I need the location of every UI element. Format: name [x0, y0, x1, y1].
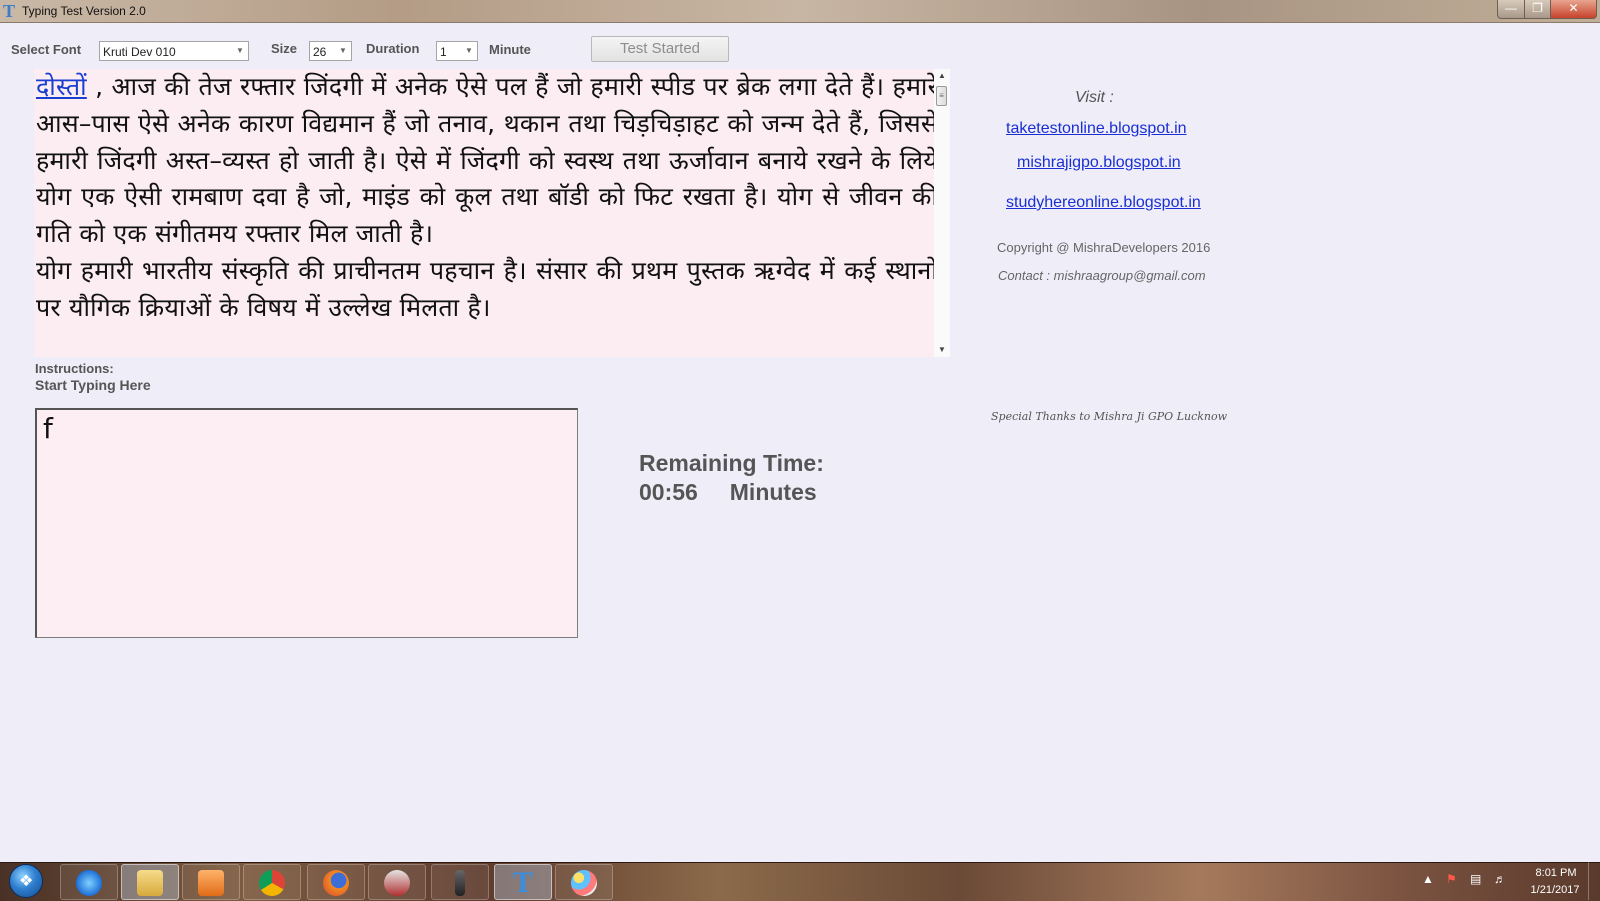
remaining-time-label: Remaining Time: [639, 450, 824, 476]
chevron-down-icon[interactable]: ▼ [232, 42, 248, 60]
taskbar-chrome[interactable] [243, 864, 301, 900]
passage-text-area[interactable]: दोस्तों , आज की तेज रफ्तार जिंदगी में अन… [34, 69, 950, 357]
passage-body: , आज की तेज रफ्तार जिंदगी में अनेक ऐसे प… [36, 72, 938, 249]
thanks-text: Special Thanks to Mishra Ji GPO Lucknow [991, 410, 1228, 423]
minute-label: Minute [489, 42, 531, 57]
firefox-icon [323, 870, 349, 897]
taskbar [0, 862, 1600, 901]
typing-input[interactable] [35, 408, 578, 638]
taskbar-recorder[interactable] [431, 864, 489, 900]
remaining-time-value: 00:56 Minutes [639, 479, 817, 505]
size-select[interactable]: 26 ▼ [309, 41, 352, 61]
taskbar-explorer[interactable] [121, 864, 179, 900]
instructions-label: Instructions: [35, 361, 114, 376]
show-desktop-button[interactable] [1588, 862, 1600, 900]
duration-select[interactable]: 1 ▼ [436, 41, 478, 61]
media-player-icon [198, 870, 224, 897]
network-icon[interactable]: ▤ [1470, 872, 1481, 886]
windows-logo-icon: ❖ [19, 873, 34, 890]
taskbar-tools[interactable] [368, 864, 426, 900]
start-button[interactable]: ❖ [9, 864, 43, 898]
restore-icon: ❐ [1532, 1, 1543, 15]
typing-test-icon: T [512, 866, 533, 900]
size-label: Size [271, 41, 298, 56]
scroll-up-icon[interactable]: ▲ [934, 69, 950, 83]
start-test-button[interactable]: Test Started [591, 36, 729, 62]
minimize-icon: — [1505, 1, 1517, 15]
taskbar-media-player[interactable] [182, 864, 240, 900]
instructions-prompt: Start Typing Here [35, 377, 151, 393]
action-center-icon[interactable]: ⚑ [1446, 872, 1457, 886]
font-label: Select Font [11, 42, 82, 57]
taskbar-ie[interactable] [60, 864, 118, 900]
minimize-button[interactable]: — [1497, 0, 1525, 19]
chevron-down-icon[interactable]: ▼ [335, 42, 351, 60]
volume-icon[interactable]: ♬ [1494, 872, 1506, 886]
taskbar-typing-test[interactable]: T [494, 864, 552, 900]
maximize-button[interactable]: ❐ [1524, 0, 1551, 19]
system-tray: ▲ ⚑ ▤ ♬ [1418, 872, 1528, 892]
tools-icon [384, 870, 410, 897]
passage-body-2: योग हमारी भारतीय संस्कृति की प्राचीनतम प… [36, 255, 938, 322]
font-select[interactable]: Kruti Dev 010 ▼ [99, 41, 249, 61]
taskbar-firefox[interactable] [307, 864, 365, 900]
close-button[interactable]: ✕ [1550, 0, 1597, 19]
passage-paragraph: दोस्तों , आज की तेज रफ्तार जिंदगी में अन… [34, 69, 950, 327]
duration-select-value: 1 [440, 45, 447, 59]
chrome-icon [259, 870, 285, 897]
clock-time[interactable]: 8:01 PM [1531, 867, 1581, 879]
link-mishrajigpo[interactable]: mishrajigpo.blogspot.in [1017, 154, 1181, 172]
size-select-value: 26 [313, 45, 327, 59]
passage-scrollbar[interactable]: ▲ ≡ ▼ [934, 69, 950, 357]
tray-expand-icon[interactable]: ▲ [1422, 872, 1434, 886]
ie-icon [76, 870, 102, 897]
recorder-icon [455, 870, 465, 897]
current-word: दोस्तों [36, 72, 87, 101]
link-taketestonline[interactable]: taketestonline.blogspot.in [1006, 120, 1187, 138]
taskbar-paint[interactable] [555, 864, 613, 900]
close-icon: ✕ [1568, 1, 1579, 15]
paint-icon [571, 870, 597, 897]
scroll-thumb[interactable]: ≡ [936, 86, 947, 106]
duration-label: Duration [366, 41, 420, 56]
contact-text: Contact : mishraagroup@gmail.com [998, 268, 1206, 283]
title-bar[interactable] [0, 0, 1600, 23]
chevron-down-icon[interactable]: ▼ [461, 42, 477, 60]
scroll-down-icon[interactable]: ▼ [934, 343, 950, 357]
app-icon: T [3, 1, 16, 21]
clock-date[interactable]: 1/21/2017 [1525, 884, 1585, 896]
copyright-text: Copyright @ MishraDevelopers 2016 [997, 240, 1211, 255]
visit-label: Visit : [1075, 89, 1114, 106]
window-title: Typing Test Version 2.0 [22, 4, 146, 18]
explorer-icon [137, 870, 163, 897]
link-studyhereonline[interactable]: studyhereonline.blogspot.in [1006, 194, 1201, 212]
font-select-value: Kruti Dev 010 [103, 45, 176, 59]
